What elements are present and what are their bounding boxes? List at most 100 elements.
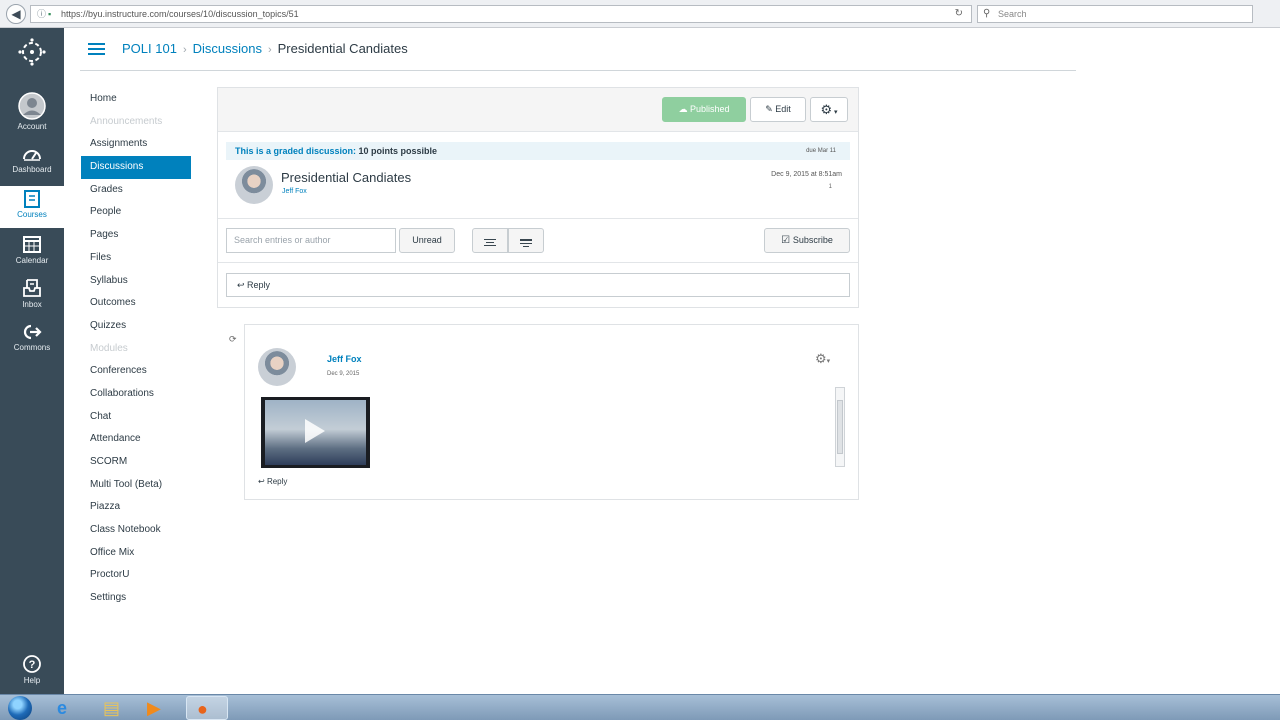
course-nav-chat[interactable]: Chat (80, 406, 192, 429)
reply-to-topic-button[interactable]: ↩ Reply (226, 273, 850, 297)
checkbox-check-icon: ☑ (781, 235, 793, 246)
topic-date: Dec 9, 2015 at 8:51am (771, 171, 842, 178)
course-nav-home[interactable]: Home (80, 88, 192, 111)
pencil-icon: ✎ (765, 104, 776, 114)
course-nav-scorm[interactable]: SCORM (80, 451, 192, 474)
entry-reply-button[interactable]: ↩ Reply (258, 477, 287, 486)
play-icon[interactable] (305, 419, 325, 443)
course-nav-proctoru[interactable]: ProctorU (80, 564, 192, 587)
courses-icon (24, 190, 40, 208)
published-button[interactable]: ☁ Published (662, 97, 746, 122)
caret-down-icon: ▾ (826, 358, 831, 365)
global-nav-commons[interactable]: Commons (0, 323, 64, 359)
collapse-entry-icon[interactable]: ⟳ (229, 334, 237, 345)
course-nav-collaborations[interactable]: Collaborations (80, 383, 192, 406)
collapse-replies-button[interactable] (472, 228, 508, 253)
course-nav-grades[interactable]: Grades (80, 179, 192, 202)
graded-prefix: This is a graded discussion: (235, 146, 357, 156)
reply-arrow-icon: ↩ (258, 477, 267, 486)
global-nav-courses[interactable]: Courses (0, 186, 64, 228)
breadcrumb: POLI 101 › Discussions › Presidential Candia… (122, 41, 408, 56)
course-nav-modules[interactable]: Modules (80, 338, 192, 361)
course-nav-pages[interactable]: Pages (80, 224, 192, 247)
course-nav-multi-tool[interactable]: Multi Tool (Beta) (80, 474, 192, 497)
course-nav-quizzes[interactable]: Quizzes (80, 315, 192, 338)
topic-title: Presidential Candiates (281, 170, 412, 185)
course-nav-office-mix[interactable]: Office Mix (80, 542, 192, 565)
topic-toolbar: ☁ Published ✎ Edit ⚙ ▾ (218, 88, 858, 132)
firefox-icon: ● (197, 699, 208, 719)
course-navigation: Home Announcements Assignments Discussio… (80, 88, 192, 610)
settings-menu-button[interactable]: ⚙ ▾ (810, 97, 848, 122)
published-label: Published (689, 104, 730, 114)
info-icon: ⓘ (37, 9, 47, 19)
global-nav-account-label: Account (17, 122, 47, 131)
canvas-logo-icon (18, 38, 46, 66)
breadcrumb-discussions[interactable]: Discussions (193, 41, 262, 56)
due-date: due Mar 11 (806, 148, 836, 154)
gear-icon: ⚙ (815, 351, 827, 366)
course-nav-conferences[interactable]: Conferences (80, 360, 192, 383)
global-nav-calendar-label: Calendar (15, 256, 49, 265)
global-nav-dashboard[interactable]: Dashboard (0, 145, 64, 181)
video-thumbnail[interactable] (261, 397, 370, 468)
entry-author-avatar[interactable] (258, 348, 296, 386)
course-nav-syllabus[interactable]: Syllabus (80, 270, 192, 293)
points-possible: 10 points possible (358, 146, 438, 156)
internet-explorer-taskbar-button[interactable]: e (50, 696, 86, 720)
edit-label: Edit (775, 104, 791, 114)
graded-discussion-banner: This is a graded discussion: 10 points p… (226, 142, 850, 160)
search-entries-input[interactable]: Search entries or author (226, 228, 396, 253)
breadcrumb-current: Presidential Candiates (277, 41, 408, 56)
breadcrumb-course[interactable]: POLI 101 (122, 41, 177, 56)
back-button[interactable]: ◀ (6, 4, 26, 24)
address-bar[interactable]: ⓘ ▪ https://byu.instructure.com/courses/… (30, 5, 972, 23)
entry-scrollbar[interactable] (835, 387, 845, 467)
discussion-topic-panel: ☁ Published ✎ Edit ⚙ ▾ This is a graded … (217, 87, 859, 308)
course-nav-discussions[interactable]: Discussions (81, 156, 191, 179)
url-text: https://byu.instructure.com/courses/10/d… (61, 9, 299, 19)
scrollbar-thumb[interactable] (837, 400, 843, 454)
course-nav-files[interactable]: Files (80, 247, 192, 270)
global-nav-account[interactable]: Account (0, 92, 64, 134)
inbox-icon (23, 279, 41, 297)
media-player-taskbar-button[interactable]: ▶ (140, 696, 176, 720)
start-button[interactable] (2, 696, 38, 720)
topic-author-link[interactable]: Jeff Fox (282, 188, 307, 195)
global-nav-help-label: Help (23, 676, 41, 685)
commons-icon (23, 324, 42, 340)
course-nav-class-notebook[interactable]: Class Notebook (80, 519, 192, 542)
reload-icon[interactable]: ↻ (955, 6, 963, 22)
global-nav-inbox[interactable]: Inbox (0, 278, 64, 318)
subscribe-label: Subscribe (792, 235, 833, 245)
course-nav-people[interactable]: People (80, 201, 192, 224)
divider (218, 262, 858, 263)
browser-search-input[interactable]: ⚲ Search (977, 5, 1253, 23)
canvas-logo[interactable] (0, 38, 64, 72)
expand-replies-button[interactable] (508, 228, 544, 253)
global-nav-calendar[interactable]: Calendar (0, 234, 64, 272)
author-avatar[interactable] (235, 166, 273, 204)
course-nav-attendance[interactable]: Attendance (80, 428, 192, 451)
file-explorer-taskbar-button[interactable]: ▤ (96, 696, 132, 720)
course-nav-assignments[interactable]: Assignments (80, 133, 192, 156)
hamburger-menu-icon[interactable] (88, 43, 105, 55)
help-icon: ? (23, 655, 41, 673)
course-nav-outcomes[interactable]: Outcomes (80, 292, 192, 315)
entry-author-link[interactable]: Jeff Fox (327, 354, 362, 364)
course-header: POLI 101 › Discussions › Presidential Candia… (80, 28, 1076, 71)
firefox-taskbar-button[interactable]: ● (186, 696, 228, 720)
discussion-entry: Jeff Fox Dec 9, 2015 ⚙▾ ↩ Reply (244, 324, 859, 500)
global-nav-commons-label: Commons (13, 343, 51, 352)
subscribe-button[interactable]: ☑ Subscribe (764, 228, 850, 253)
entry-settings-menu[interactable]: ⚙▾ (815, 351, 830, 367)
course-nav-announcements[interactable]: Announcements (80, 111, 192, 134)
unread-filter-button[interactable]: Unread (399, 228, 455, 253)
edit-button[interactable]: ✎ Edit (750, 97, 806, 122)
global-nav-help[interactable]: ? Help (0, 654, 64, 688)
course-nav-piazza[interactable]: Piazza (80, 496, 192, 519)
global-nav-dashboard-label: Dashboard (12, 165, 52, 174)
course-nav-settings[interactable]: Settings (80, 587, 192, 610)
topic-entry-count: 1 (828, 184, 832, 190)
dashboard-icon (23, 150, 41, 161)
